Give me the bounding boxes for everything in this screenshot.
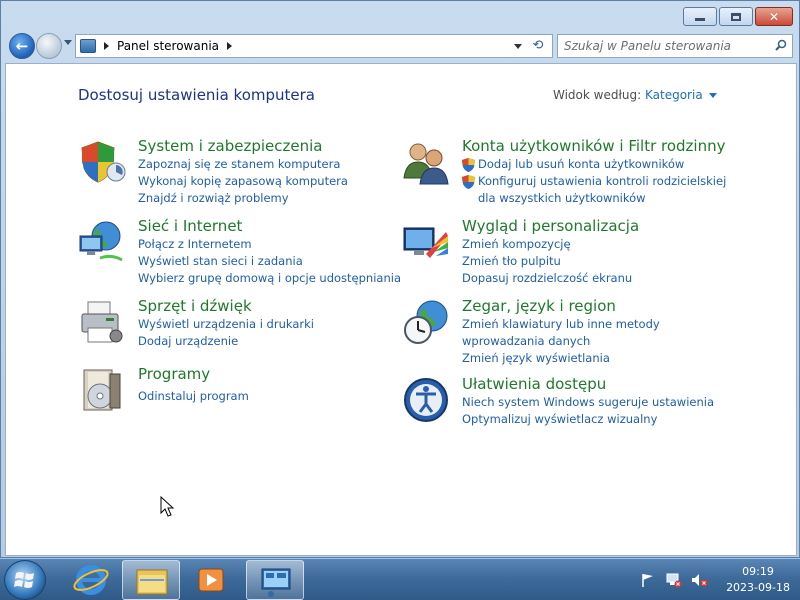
file-explorer-icon	[136, 569, 168, 595]
content-area: Dostosuj ustawienia komputera Widok wedł…	[5, 63, 797, 556]
search-icon[interactable]	[775, 39, 787, 51]
breadcrumb-chevron-icon[interactable]	[104, 42, 109, 50]
clock-date: 2023-09-18	[726, 581, 790, 594]
taskbar-media-player[interactable]	[182, 560, 240, 600]
address-dropdown-icon[interactable]	[514, 44, 522, 49]
system-tray: 09:19 2023-09-18	[640, 559, 790, 600]
page-title: Dostosuj ustawienia komputera	[78, 86, 315, 104]
breadcrumb-control-panel[interactable]: Panel sterowania	[117, 39, 219, 53]
chevron-down-icon	[708, 92, 717, 98]
close-button[interactable]: ✕	[755, 7, 793, 26]
link-troubleshoot[interactable]: Znajdź i rozwiąż problemy	[138, 190, 438, 207]
link-optimize-display[interactable]: Optymalizuj wyświetlacz wizualny	[462, 411, 762, 428]
link-change-keyboards[interactable]: Zmień klawiatury lub inne metody	[462, 316, 762, 333]
media-player-icon	[198, 568, 224, 592]
link-network-status[interactable]: Wyświetl stan sieci i zadania	[138, 253, 438, 270]
address-bar[interactable]: Panel sterowania ⟲	[75, 34, 553, 58]
uac-shield-icon	[462, 158, 475, 172]
arrow-left-icon: ←	[15, 37, 29, 55]
taskbar-file-explorer[interactable]	[122, 560, 180, 600]
recent-pages-dropdown[interactable]	[64, 40, 72, 45]
link-add-device[interactable]: Dodaj urządzenie	[138, 333, 438, 350]
category-title[interactable]: System i zabezpieczenia	[138, 136, 438, 156]
link-homegroup[interactable]: Wybierz grupę domową i opcje udostępnian…	[138, 270, 438, 287]
network-globe-icon[interactable]	[78, 218, 126, 266]
view-by-label: Widok według:	[553, 88, 642, 102]
category-title[interactable]: Wygląd i personalizacja	[462, 216, 762, 236]
accessibility-icon[interactable]	[402, 376, 450, 424]
link-desktop-background[interactable]: Zmień tło pulpitu	[462, 253, 762, 270]
volume-muted-icon[interactable]	[690, 572, 708, 588]
internet-explorer-icon	[73, 565, 109, 595]
link-display-language[interactable]: Zmień język wyświetlania	[462, 350, 762, 367]
control-panel-icon	[261, 568, 291, 597]
caption-buttons: ✕	[683, 7, 793, 26]
link-connect-internet[interactable]: Połącz z Internetem	[138, 236, 438, 253]
start-button[interactable]	[4, 560, 46, 600]
link-uninstall-program[interactable]: Odinstaluj program	[138, 388, 438, 405]
link-screen-resolution[interactable]: Dopasuj rozdzielczość ekranu	[462, 270, 762, 287]
taskbar-control-panel[interactable]	[246, 560, 304, 600]
category-title[interactable]: Konta użytkowników i Filtr rodzinny	[462, 136, 762, 156]
close-icon: ✕	[768, 9, 780, 24]
category-title[interactable]: Sprzęt i dźwięk	[138, 296, 438, 316]
network-icon[interactable]	[664, 572, 682, 588]
link-parental-controls[interactable]: Konfiguruj ustawienia kontroli rodziciel…	[462, 173, 762, 190]
printer-icon[interactable]	[78, 298, 126, 346]
refresh-icon[interactable]: ⟲	[528, 38, 548, 54]
link-parental-controls-continued[interactable]: dla wszystkich użytkowników	[462, 190, 762, 207]
programs-icon[interactable]	[78, 366, 126, 414]
windows-logo-icon	[14, 572, 34, 588]
navigation-bar: ← Panel sterowania ⟲	[5, 31, 797, 61]
taskbar: 09:19 2023-09-18	[0, 558, 800, 600]
category-title[interactable]: Zegar, język i region	[462, 296, 762, 316]
mouse-cursor-icon	[160, 496, 175, 517]
category-title[interactable]: Sieć i Internet	[138, 216, 438, 236]
link-check-status[interactable]: Zapoznaj się ze stanem komputera	[138, 156, 438, 173]
back-button[interactable]: ←	[9, 33, 35, 59]
view-by-dropdown[interactable]: Kategoria	[645, 88, 717, 102]
link-text[interactable]: Konfiguruj ustawienia kontroli rodziciel…	[478, 174, 726, 188]
clock-globe-icon[interactable]	[402, 298, 450, 346]
link-backup[interactable]: Wykonaj kopię zapasową komputera	[138, 173, 438, 190]
link-windows-suggest[interactable]: Niech system Windows sugeruje ustawienia	[462, 394, 762, 411]
link-change-theme[interactable]: Zmień kompozycję	[462, 236, 762, 253]
breadcrumb-chevron-icon[interactable]	[227, 42, 232, 50]
shield-icon[interactable]	[78, 138, 126, 186]
maximize-button[interactable]	[719, 7, 753, 26]
view-by-value[interactable]: Kategoria	[645, 88, 703, 102]
search-box[interactable]	[557, 34, 793, 58]
clock[interactable]: 09:19 2023-09-18	[726, 564, 790, 596]
link-change-keyboards-continued[interactable]: wprowadzania danych	[462, 333, 762, 350]
uac-shield-icon	[462, 175, 475, 189]
minimize-button[interactable]	[683, 7, 717, 26]
control-panel-window: ✕ ← Panel sterowania ⟲ Dostosuj ustawien…	[0, 0, 800, 558]
forward-button[interactable]	[36, 33, 62, 59]
link-add-remove-accounts[interactable]: Dodaj lub usuń konta użytkowników	[462, 156, 762, 173]
category-title[interactable]: Programy	[138, 364, 438, 384]
category-title[interactable]: Ułatwienia dostępu	[462, 374, 762, 394]
minimize-icon	[695, 18, 705, 21]
users-icon[interactable]	[402, 138, 450, 186]
search-input[interactable]	[564, 36, 764, 56]
action-center-flag-icon[interactable]	[640, 572, 656, 588]
link-devices-printers[interactable]: Wyświetl urządzenia i drukarki	[138, 316, 438, 333]
maximize-icon	[731, 12, 741, 21]
taskbar-internet-explorer[interactable]	[62, 560, 120, 600]
appearance-icon[interactable]	[402, 218, 450, 266]
clock-time: 09:19	[742, 565, 774, 578]
control-panel-icon	[80, 39, 96, 53]
link-text[interactable]: Dodaj lub usuń konta użytkowników	[478, 157, 684, 171]
